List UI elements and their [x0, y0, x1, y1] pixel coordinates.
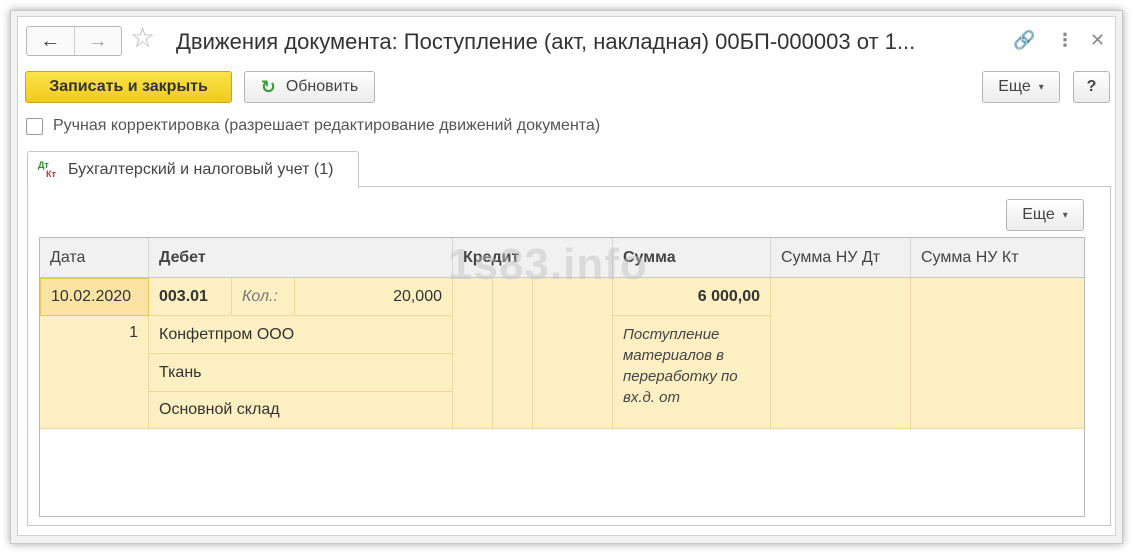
refresh-icon: ↻	[260, 76, 276, 97]
manual-edit-label[interactable]: Ручная корректировка (разрешает редактир…	[53, 117, 600, 135]
manual-edit-checkbox[interactable]	[26, 117, 43, 135]
posting-content[interactable]: Поступление материалов в переработку по …	[613, 316, 771, 429]
chevron-down-icon: ▾	[1062, 209, 1068, 221]
credit-quantity-label-cell[interactable]	[493, 278, 533, 429]
navigation-buttons: ← →	[26, 26, 122, 56]
more-label: Еще	[998, 78, 1031, 95]
column-header-date[interactable]: Дата	[40, 238, 149, 278]
arrow-left-icon: ←	[40, 29, 61, 52]
manual-edit-option: Ручная корректировка (разрешает редактир…	[26, 117, 600, 135]
star-icon[interactable]: ☆	[130, 24, 155, 52]
column-header-amount-tax-kt[interactable]: Сумма НУ Кт	[911, 238, 1084, 278]
debit-subconto-1[interactable]: Конфетпром ООО	[149, 316, 453, 354]
forward-button[interactable]: →	[73, 27, 122, 55]
dt-kt-icon: Дт Кт	[38, 160, 56, 179]
refresh-label: Обновить	[285, 78, 359, 95]
credit-account-cell[interactable]	[453, 278, 493, 429]
more-button[interactable]: Еще ▾	[982, 71, 1060, 103]
title-bar: ← → ☆ Движения документа: Поступление (а…	[18, 17, 1115, 65]
close-icon[interactable]: ✕	[1090, 30, 1105, 51]
help-button[interactable]: ?	[1073, 71, 1110, 103]
row-date-cell[interactable]: 10.02.2020	[40, 278, 149, 316]
column-header-amount-tax-dt[interactable]: Сумма НУ Дт	[771, 238, 911, 278]
table-more-label: Еще	[1022, 206, 1055, 223]
back-button[interactable]: ←	[27, 27, 74, 55]
amount-tax-dt-cell[interactable]	[771, 278, 911, 429]
link-icon[interactable]: 🔗	[1013, 30, 1035, 51]
quantity-label: Кол.:	[232, 278, 295, 316]
window-title: Движения документа: Поступление (акт, на…	[176, 29, 916, 54]
tab-label: Бухгалтерский и налоговый учет (1)	[68, 161, 334, 178]
column-header-debit[interactable]: Дебет	[149, 238, 453, 278]
debit-subconto-2[interactable]: Ткань	[149, 354, 453, 392]
debit-subconto-3[interactable]: Основной склад	[149, 392, 453, 429]
debit-account[interactable]: 003.01	[149, 278, 232, 316]
credit-quantity-cell[interactable]	[533, 278, 613, 429]
tab-accounting-tax[interactable]: Дт Кт Бухгалтерский и налоговый учет (1)	[27, 151, 359, 188]
save-and-close-button[interactable]: Записать и закрыть	[25, 71, 232, 103]
row-line-number: 1	[40, 316, 149, 429]
quantity-value[interactable]: 20,000	[295, 278, 453, 316]
chevron-down-icon: ▾	[1038, 81, 1044, 93]
kebab-menu-icon[interactable]: ⋮	[1056, 30, 1074, 51]
watermark-text: 1s83.info	[448, 240, 648, 289]
amount-tax-kt-cell[interactable]	[911, 278, 1084, 429]
table-more-button[interactable]: Еще ▾	[1006, 199, 1084, 231]
refresh-button[interactable]: ↻ Обновить	[244, 71, 375, 103]
arrow-right-icon: →	[87, 29, 108, 52]
